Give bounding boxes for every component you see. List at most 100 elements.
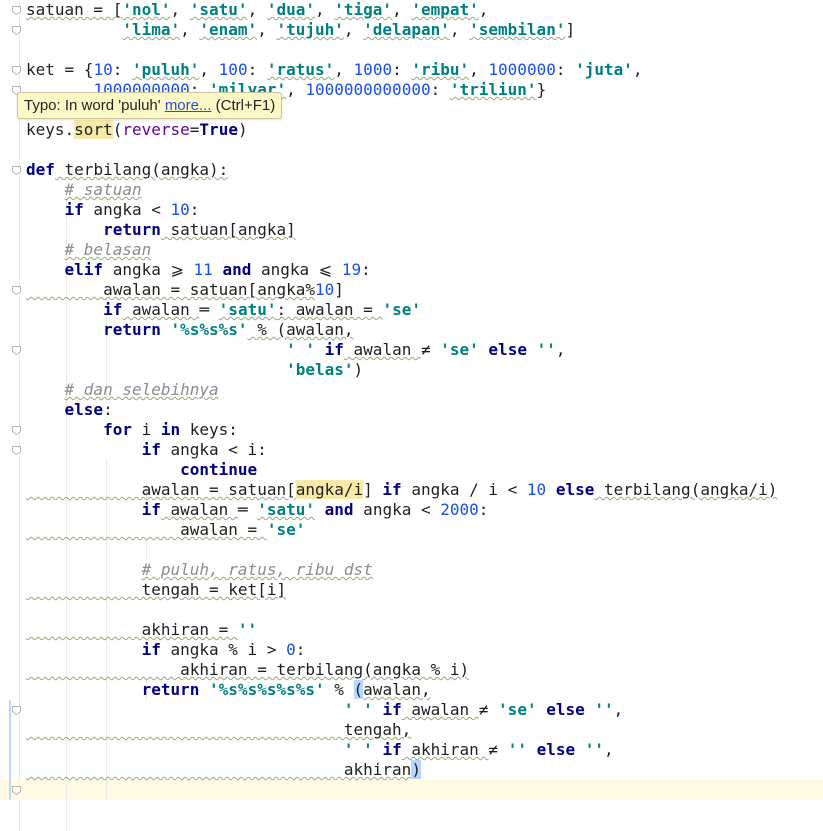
code-line[interactable]: if angka < i:	[26, 440, 267, 460]
fold-marker-icon[interactable]	[12, 166, 21, 175]
code-token: :	[189, 200, 200, 219]
code-line[interactable]: akhiran = ''	[26, 620, 258, 640]
code-number: 10	[93, 60, 113, 79]
code-line[interactable]: else:	[26, 400, 113, 420]
code-line[interactable]: for i in keys:	[26, 420, 238, 440]
code-line[interactable]: awalan = satuan[angka/i] if angka / i < …	[26, 480, 777, 500]
code-keyword: else	[488, 340, 527, 359]
code-line[interactable]: ' ' if awalan ≠ 'se' else '',	[26, 700, 623, 720]
code-string: 'juta'	[575, 60, 633, 79]
typo-shortcut-text: (Ctrl+F1)	[211, 97, 276, 114]
code-token: angka	[103, 260, 171, 279]
code-line[interactable]: awalan = satuan[angka%10]	[26, 280, 344, 300]
code-line[interactable]: # puluh, ratus, ribu dst	[26, 560, 373, 580]
code-token: ≠	[478, 700, 489, 719]
code-token: :	[247, 60, 267, 79]
code-keyword: True	[199, 120, 238, 139]
fold-marker-icon[interactable]	[12, 346, 21, 355]
fold-marker-icon[interactable]	[12, 26, 21, 35]
code-token: ≠	[420, 340, 431, 359]
code-line[interactable]: return '%s%s%s%s%s' % (awalan,	[26, 680, 431, 700]
code-line[interactable]: 'lima', 'enam', 'tujuh', 'delapan', 'sem…	[26, 20, 575, 40]
fold-marker-icon[interactable]	[12, 446, 21, 455]
code-token: :	[555, 60, 576, 79]
code-line[interactable]: elif angka ⩾ 11 and angka ⩽ 19:	[26, 260, 371, 280]
code-string: 'triliun'	[449, 80, 537, 99]
code-token: satuan[angka]	[160, 220, 296, 239]
code-token: akhiran = terbilang(angka % i)	[26, 660, 470, 679]
code-string: ''	[594, 700, 614, 719]
code-token: keys.	[26, 120, 75, 139]
code-string: 'empat'	[411, 0, 479, 19]
fold-marker-icon[interactable]	[12, 286, 21, 295]
code-line[interactable]: ' ' if akhiran ≠ '' else '',	[26, 740, 614, 760]
code-line[interactable]: def terbilang(angka):	[26, 160, 228, 180]
code-token: awalan	[343, 340, 421, 359]
code-keyword: if	[382, 480, 402, 499]
code-line[interactable]: awalan = 'se'	[26, 520, 305, 540]
code-string: 'satu'	[257, 500, 315, 519]
code-line[interactable]: akhiran = terbilang(angka % i)	[26, 660, 469, 680]
code-keyword: if	[103, 300, 123, 319]
code-line[interactable]: if angka % i > 0:	[26, 640, 306, 660]
code-number: 0	[286, 640, 296, 659]
code-number: 10	[526, 480, 547, 499]
code-token: angka % i >	[160, 640, 287, 659]
code-editor[interactable]: satuan = ['nol', 'satu', 'dua', 'tiga', …	[0, 0, 823, 831]
code-token: %	[324, 680, 354, 699]
code-keyword: return	[141, 680, 200, 699]
code-string: 'se'	[498, 700, 537, 719]
code-line[interactable]: if awalan ═ 'satu' and angka < 2000:	[26, 500, 489, 520]
code-line[interactable]: tengah = ket[i]	[26, 580, 287, 600]
code-token: tengah,	[26, 720, 412, 739]
code-line[interactable]: keys.sort(reverse=True)	[26, 120, 248, 140]
code-keyword: and	[324, 500, 354, 519]
code-line[interactable]: continue	[26, 460, 257, 480]
code-line[interactable]: if angka < 10:	[26, 200, 200, 220]
code-line[interactable]: # dan selebihnya	[26, 380, 219, 400]
fold-marker-icon[interactable]	[12, 66, 21, 75]
code-line[interactable]: return satuan[angka]	[26, 220, 296, 240]
code-line[interactable]: # belasan	[26, 240, 152, 260]
matched-bracket: (	[353, 680, 364, 699]
code-token: awalan	[401, 700, 479, 719]
code-line[interactable]: satuan = ['nol', 'satu', 'dua', 'tiga', …	[26, 0, 488, 20]
code-number: 19	[341, 260, 362, 279]
code-string: 'belas'	[286, 360, 354, 379]
code-token: ]	[334, 280, 344, 299]
typo-tooltip: Typo: In word 'puluh' more... (Ctrl+F1)	[17, 92, 283, 119]
code-comment: # belasan	[64, 240, 152, 259]
code-line[interactable]: akhiran)	[26, 760, 421, 780]
code-string: ' '	[343, 700, 373, 719]
code-number: 2000	[440, 500, 479, 519]
code-line[interactable]: if awalan ═ 'satu': awalan = 'se'	[26, 300, 421, 320]
code-line[interactable]: 'belas')	[26, 360, 363, 380]
code-line[interactable]: return '%s%s%s' % (awalan,	[26, 320, 353, 340]
typo-more-link[interactable]: more...	[165, 97, 212, 114]
fold-marker-icon[interactable]	[12, 706, 21, 715]
code-comment: # satuan	[64, 180, 142, 199]
code-string: 'ribu'	[411, 60, 470, 79]
code-string: 'se'	[266, 520, 306, 539]
code-token: ,	[604, 740, 614, 759]
fold-marker-icon[interactable]	[12, 786, 21, 795]
fold-marker-icon[interactable]	[12, 426, 21, 435]
code-token: ,	[286, 80, 306, 99]
code-keyword: else	[555, 480, 595, 499]
fold-marker-icon[interactable]	[12, 6, 21, 15]
code-line[interactable]: ' ' if awalan ≠ 'se' else '',	[26, 340, 565, 360]
code-string: ''	[536, 340, 556, 359]
code-line[interactable]: # satuan	[26, 180, 142, 200]
code-keyword: for	[103, 420, 132, 439]
code-line[interactable]: ket = {10: 'puluh', 100: 'ratus', 1000: …	[26, 60, 643, 80]
code-line[interactable]: tengah,	[26, 720, 411, 740]
code-keyword: return	[103, 320, 161, 339]
